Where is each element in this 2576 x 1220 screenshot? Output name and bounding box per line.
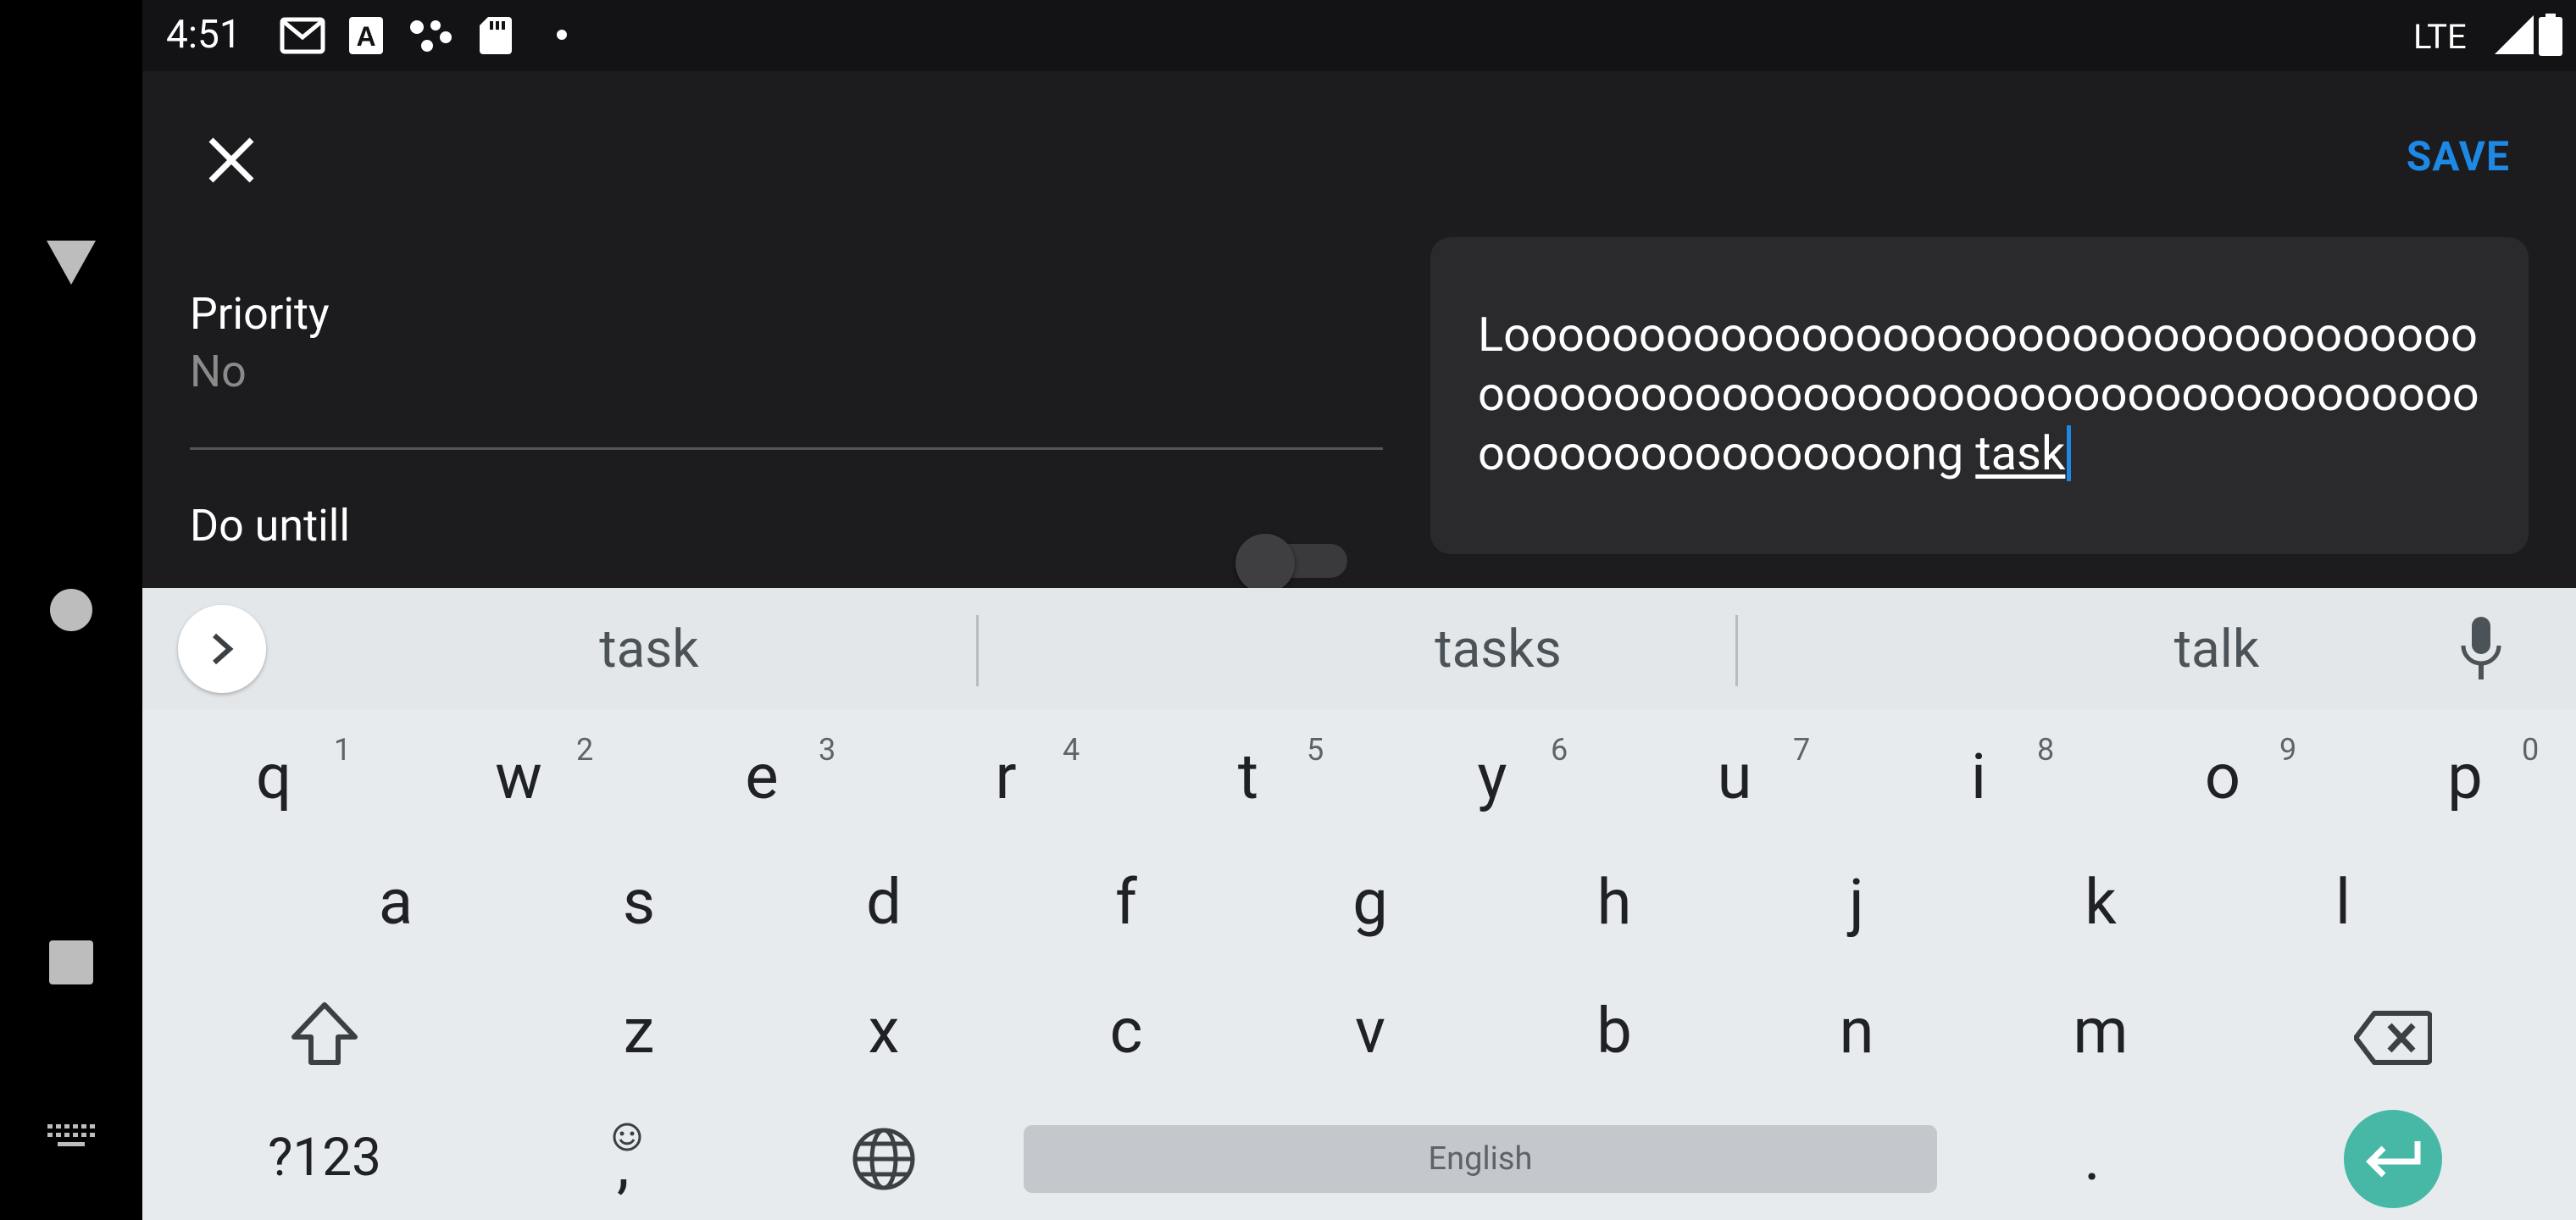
do-until-toggle[interactable] — [1235, 534, 1347, 588]
do-until-label: Do untill — [190, 500, 351, 552]
text-caret — [2067, 425, 2072, 481]
key-p[interactable]: p — [2418, 740, 2512, 814]
divider — [190, 447, 1383, 450]
key-z[interactable]: z — [592, 995, 686, 1068]
key-a[interactable]: a — [349, 866, 442, 940]
backspace-icon — [2354, 1011, 2432, 1065]
svg-text:A: A — [356, 21, 375, 52]
symbols-key[interactable]: ?123 — [261, 1127, 388, 1189]
task-text[interactable]: Looooooooooooooooooooooooooooooooooooooo… — [1478, 305, 2495, 483]
sd-card-icon — [480, 17, 512, 54]
suggestion-strip: task tasks talk — [142, 588, 2576, 710]
priority-label[interactable]: Priority — [190, 288, 330, 340]
key-hint-3: 3 — [819, 732, 836, 768]
suggestion-divider — [976, 615, 979, 686]
toggle-thumb — [1235, 534, 1295, 588]
key-k[interactable]: k — [2054, 866, 2147, 940]
close-icon — [208, 137, 254, 183]
key-x[interactable]: x — [837, 995, 930, 1068]
key-v[interactable]: v — [1324, 995, 1417, 1068]
recents-button[interactable] — [0, 937, 142, 988]
voice-input-button[interactable] — [2459, 617, 2503, 685]
key-hint-5: 5 — [1307, 732, 1324, 768]
suggestion-3[interactable]: talk — [2073, 618, 2361, 680]
home-button[interactable] — [0, 585, 142, 635]
network-type-label: LTE — [2413, 17, 2467, 57]
save-button[interactable]: SAVE — [2407, 132, 2510, 180]
key-g[interactable]: g — [1324, 866, 1417, 940]
suggestion-2[interactable]: tasks — [1354, 618, 1642, 680]
globe-icon — [852, 1128, 915, 1190]
key-hint-2: 2 — [576, 732, 594, 768]
battery-icon — [2539, 14, 2562, 56]
key-h[interactable]: h — [1568, 866, 1661, 940]
recents-square-icon — [49, 940, 93, 984]
home-circle-icon — [50, 589, 92, 631]
more-notifications-dot-icon — [557, 30, 567, 40]
close-button[interactable] — [193, 122, 269, 198]
key-d[interactable]: d — [837, 866, 930, 940]
key-l[interactable]: l — [2296, 866, 2390, 940]
key-hint-4: 4 — [1063, 732, 1080, 768]
space-bar[interactable]: English — [1024, 1125, 1937, 1193]
key-hint-8: 8 — [2037, 732, 2055, 768]
key-hint-9: 9 — [2279, 732, 2297, 768]
key-t[interactable]: t — [1202, 740, 1295, 814]
status-bar: 4:51 A LTE — [142, 0, 2576, 71]
key-b[interactable]: b — [1568, 995, 1661, 1068]
enter-key[interactable] — [2344, 1110, 2442, 1208]
navigation-bar — [0, 0, 142, 1220]
task-text-field[interactable]: Looooooooooooooooooooooooooooooooooooooo… — [1430, 237, 2529, 554]
comma-label: , — [617, 1128, 630, 1202]
key-e[interactable]: e — [715, 740, 808, 814]
period-key[interactable]: . — [2046, 1122, 2139, 1195]
gmail-icon — [280, 17, 325, 54]
keyboard-switch-button[interactable] — [0, 1123, 142, 1149]
key-c[interactable]: c — [1080, 995, 1173, 1068]
key-r[interactable]: r — [959, 740, 1052, 814]
key-n[interactable]: n — [1810, 995, 1903, 1068]
language-key[interactable] — [837, 1127, 930, 1195]
suggestion-1[interactable]: task — [142, 618, 1156, 680]
key-s[interactable]: s — [592, 866, 686, 940]
key-u[interactable]: u — [1688, 740, 1781, 814]
back-button[interactable] — [0, 229, 142, 297]
emoji-comma-key[interactable]: , — [591, 1122, 659, 1202]
key-j[interactable]: j — [1810, 866, 1903, 940]
keyboard-icon — [47, 1124, 95, 1146]
enter-arrow-icon — [2366, 1141, 2421, 1178]
key-hint-6: 6 — [1551, 732, 1568, 768]
backspace-key[interactable] — [2351, 1010, 2435, 1069]
key-m[interactable]: m — [2054, 995, 2147, 1068]
key-o[interactable]: o — [2176, 740, 2269, 814]
accessibility-a-icon: A — [349, 17, 383, 54]
key-i[interactable]: i — [1932, 740, 2025, 814]
shift-key[interactable] — [278, 1001, 371, 1069]
back-triangle-icon — [47, 241, 96, 285]
suggestion-divider — [1735, 615, 1738, 686]
key-f[interactable]: f — [1080, 866, 1173, 940]
key-q[interactable]: q — [227, 740, 320, 814]
signal-icon — [2495, 15, 2534, 54]
shift-arrow-icon — [291, 1002, 358, 1065]
task-text-current-word: task — [1975, 425, 2066, 481]
key-y[interactable]: y — [1446, 740, 1539, 814]
priority-value[interactable]: No — [190, 346, 247, 397]
key-w[interactable]: w — [472, 740, 565, 814]
key-hint-0: 0 — [2522, 732, 2540, 768]
status-time: 4:51 — [166, 12, 242, 58]
key-hint-1: 1 — [334, 732, 352, 768]
microphone-icon — [2461, 617, 2501, 679]
soft-keyboard: task tasks talk q 1 w 2 e 3 r 4 t 5 y 6 … — [142, 588, 2576, 1220]
key-hint-7: 7 — [1793, 732, 1811, 768]
edit-task-screen: SAVE Priority No Do untill Loooooooooooo… — [142, 71, 2576, 588]
assistant-dots-icon — [410, 20, 452, 52]
